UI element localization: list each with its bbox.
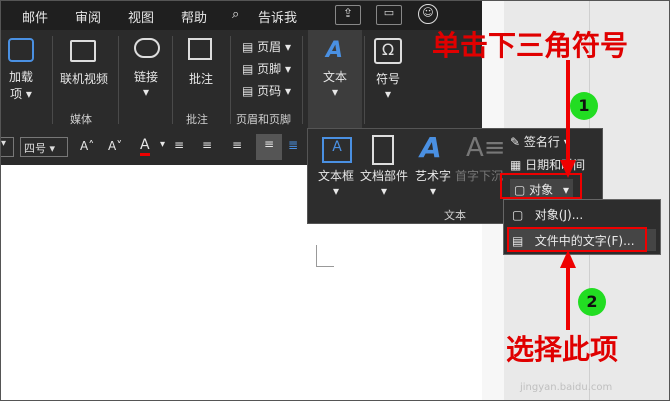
arrow-down-head bbox=[560, 160, 576, 178]
arrow-up-head bbox=[560, 250, 576, 268]
step-badge-2: 2 bbox=[578, 288, 606, 316]
instruction-top: 单击下三角符号 bbox=[432, 29, 629, 62]
instruction-bottom: 选择此项 bbox=[506, 333, 619, 366]
step-badge-1: 1 bbox=[570, 92, 598, 120]
